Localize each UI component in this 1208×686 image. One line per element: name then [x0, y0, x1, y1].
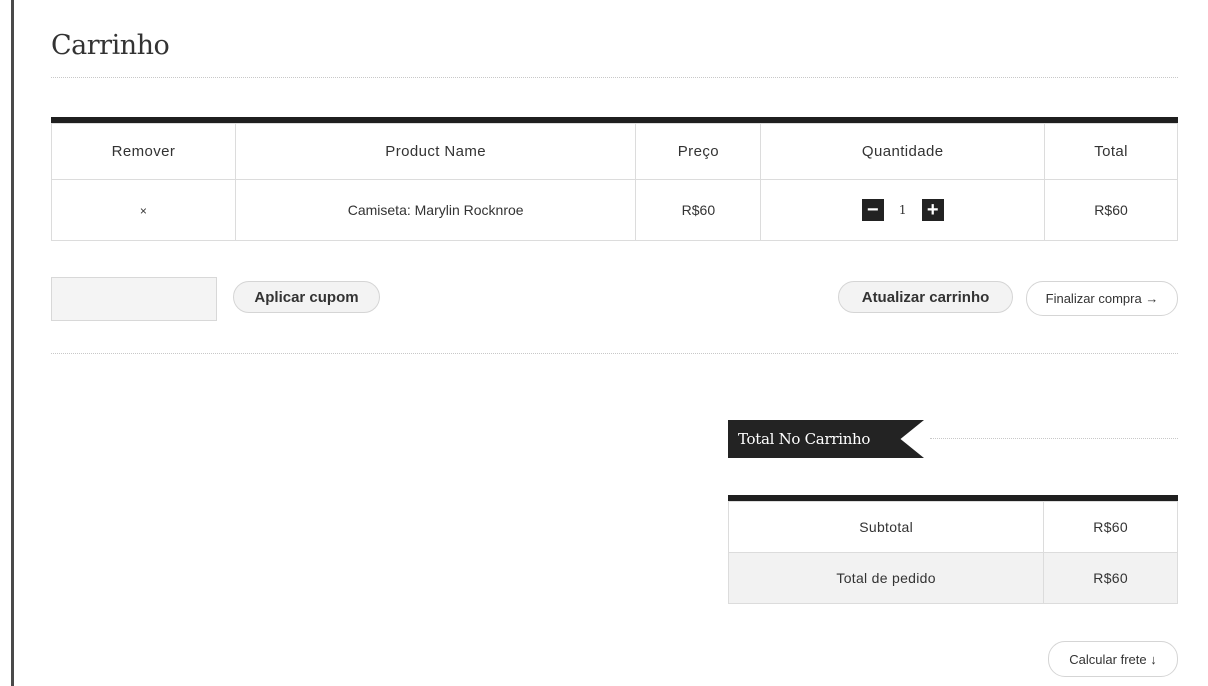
- totals-heading-divider: [930, 438, 1178, 439]
- quantity-cell: − 1 +: [760, 179, 1046, 241]
- actions-divider: [51, 353, 1178, 354]
- quantity-increase-button[interactable]: +: [921, 199, 944, 221]
- product-name[interactable]: Camiseta: Marylin Rocknroe: [234, 179, 637, 241]
- remove-item-icon[interactable]: ×: [140, 204, 147, 218]
- col-header-price: Preço: [635, 123, 762, 180]
- order-total-label: Total de pedido: [727, 552, 1045, 604]
- remove-cell: ×: [51, 179, 236, 241]
- checkout-button[interactable]: Finalizar compra →: [1026, 281, 1178, 316]
- calculate-shipping-button[interactable]: Calcular frete ↓: [1048, 641, 1178, 677]
- quantity-input[interactable]: 1: [889, 199, 916, 221]
- subtotal-value: R$60: [1043, 501, 1178, 553]
- col-header-quantity: Quantidade: [760, 123, 1046, 180]
- cart-table: Remover Product Name Preço Quantidade To…: [51, 117, 1178, 241]
- page-title: Carrinho: [51, 30, 170, 61]
- col-header-total: Total: [1044, 123, 1178, 180]
- subtotal-label: Subtotal: [727, 501, 1045, 553]
- table-row: Total de pedido R$60: [727, 552, 1178, 604]
- cart-totals-table: Subtotal R$60 Total de pedido R$60: [727, 495, 1178, 604]
- table-row: Subtotal R$60: [727, 501, 1178, 553]
- quantity-stepper: − 1 +: [861, 199, 944, 221]
- cart-totals-heading: Total No Carrinho: [728, 420, 924, 458]
- quantity-decrease-button[interactable]: −: [861, 199, 884, 221]
- order-total-value: R$60: [1043, 552, 1178, 604]
- product-price: R$60: [635, 179, 762, 241]
- apply-coupon-button[interactable]: Aplicar cupom: [233, 281, 380, 313]
- update-cart-button[interactable]: Atualizar carrinho: [838, 281, 1013, 313]
- table-row: × Camiseta: Marylin Rocknroe R$60 − 1 + …: [51, 179, 1178, 241]
- cart-header-row: Remover Product Name Preço Quantidade To…: [51, 123, 1178, 180]
- line-total: R$60: [1044, 179, 1178, 241]
- col-header-remove: Remover: [51, 123, 236, 180]
- col-header-product-name: Product Name: [234, 123, 637, 180]
- left-border: [11, 0, 14, 686]
- coupon-code-input[interactable]: [51, 277, 217, 321]
- title-divider: [51, 77, 1178, 78]
